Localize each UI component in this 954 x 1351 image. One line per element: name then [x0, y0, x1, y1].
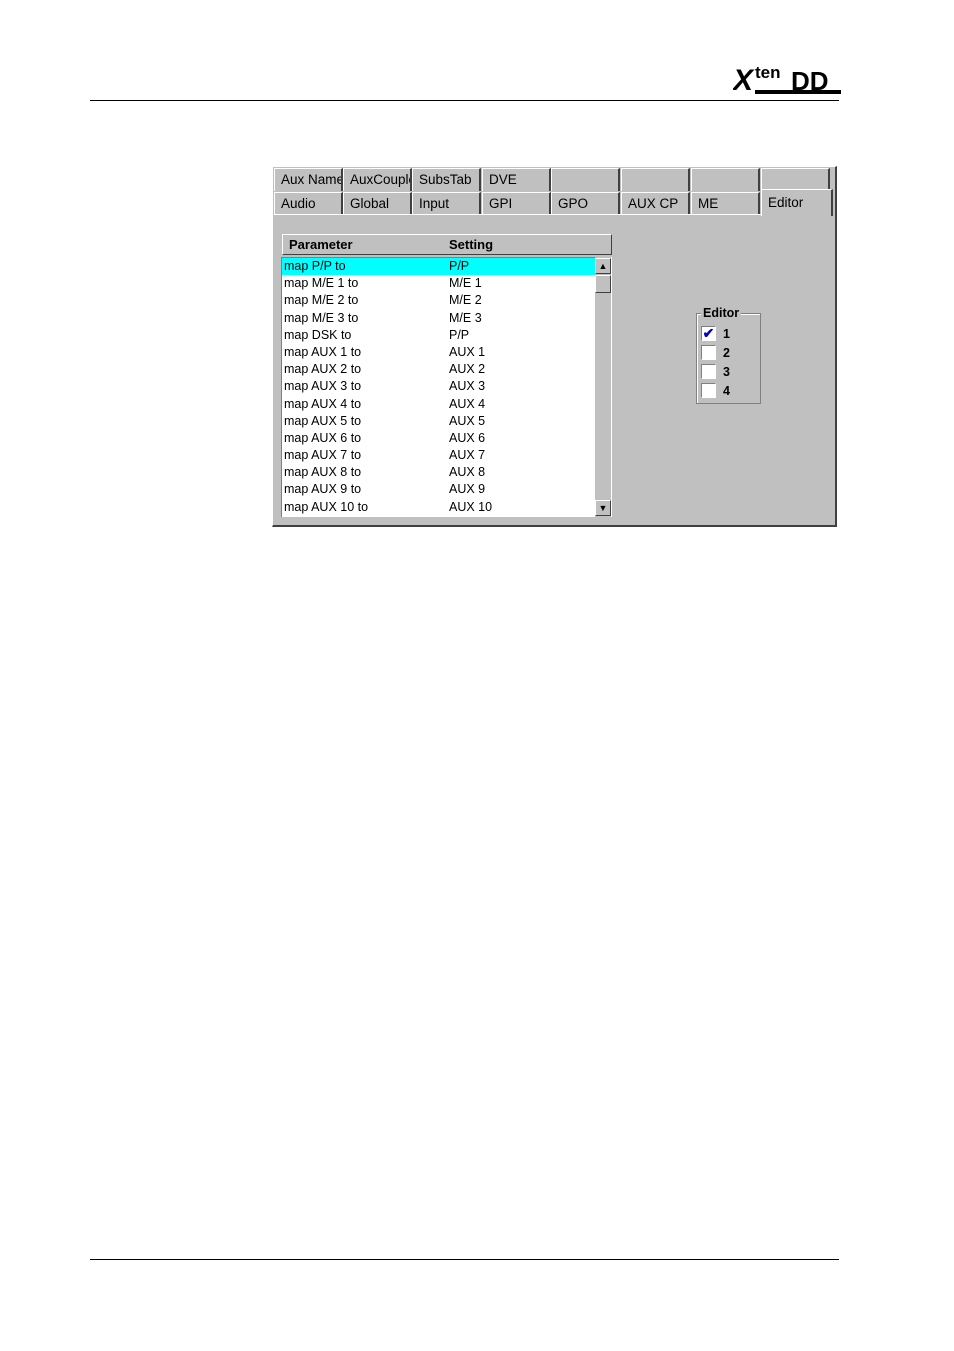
- tab-audio[interactable]: Audio: [274, 192, 343, 215]
- setting-cell: AUX 5: [449, 413, 486, 428]
- table-row[interactable]: map M/E 3 to M/E 3: [282, 310, 595, 327]
- table-row[interactable]: map P/P to P/P: [282, 258, 595, 276]
- tab-empty-5[interactable]: [551, 168, 620, 191]
- editor-checkbox-label: 4: [723, 384, 730, 398]
- parameter-cell: map AUX 7 to: [284, 448, 362, 463]
- scroll-up-button[interactable]: ▲: [595, 258, 611, 274]
- setting-cell: M/E 1: [449, 276, 482, 291]
- setting-cell: AUX 6: [449, 430, 486, 445]
- parameter-cell: map M/E 3 to: [284, 310, 359, 325]
- editor-checkbox-label: 1: [723, 327, 730, 341]
- parameter-cell: map M/E 2 to: [284, 293, 359, 308]
- editor-group-title: Editor: [701, 306, 742, 320]
- setting-cell: AUX 4: [449, 396, 486, 411]
- editor-checkbox-label: 3: [723, 365, 730, 379]
- tab-me[interactable]: ME: [691, 192, 760, 215]
- svg-text:X: X: [733, 64, 755, 97]
- setting-cell: M/E 3: [449, 310, 482, 325]
- column-header-parameter[interactable]: Parameter: [289, 235, 353, 254]
- parameter-cell: map AUX 9 to: [284, 482, 362, 497]
- setting-cell: M/E 2: [449, 293, 482, 308]
- xten-dd-logo: X ten DD: [733, 63, 841, 97]
- table-row[interactable]: map AUX 9 to AUX 9: [282, 481, 595, 498]
- tab-aux-name[interactable]: Aux Name: [274, 168, 343, 191]
- parameter-cell: map DSK to: [284, 327, 352, 342]
- table-row[interactable]: map AUX 6 to AUX 6: [282, 430, 595, 447]
- column-header-setting[interactable]: Setting: [449, 235, 493, 254]
- tab-substab[interactable]: SubsTab: [412, 168, 481, 191]
- table-row[interactable]: map M/E 2 to M/E 2: [282, 292, 595, 309]
- parameter-list[interactable]: map P/P to P/P map M/E 1 to M/E 1 map M/E 2 …: [281, 257, 595, 517]
- tab-aux-cp[interactable]: AUX CP: [621, 192, 690, 215]
- tab-empty-7[interactable]: [691, 168, 760, 191]
- editor-checkbox-4[interactable]: [701, 383, 716, 398]
- tab-editor[interactable]: Editor: [761, 189, 833, 216]
- table-row[interactable]: map AUX 8 to AUX 8: [282, 464, 595, 481]
- setting-cell: AUX 3: [449, 379, 486, 394]
- tab-baseline: [274, 214, 762, 215]
- parameter-cell: map AUX 1 to: [284, 344, 362, 359]
- setting-cell: AUX 2: [449, 362, 486, 377]
- editor-checkbox-2[interactable]: [701, 345, 716, 360]
- setting-cell: AUX 7: [449, 448, 486, 463]
- tab-dve[interactable]: DVE: [482, 168, 551, 191]
- parameter-cell: map P/P to: [284, 259, 346, 273]
- tab-gpi[interactable]: GPI: [482, 192, 551, 215]
- editor-checkbox-label: 2: [723, 346, 730, 360]
- parameter-cell: map AUX 4 to: [284, 396, 362, 411]
- parameter-cell: map AUX 5 to: [284, 413, 362, 428]
- parameter-cell: map AUX 2 to: [284, 362, 362, 377]
- parameter-cell: map AUX 3 to: [284, 379, 362, 394]
- tab-gpo[interactable]: GPO: [551, 192, 620, 215]
- table-row[interactable]: map AUX 3 to AUX 3: [282, 378, 595, 395]
- table-row[interactable]: map AUX 2 to AUX 2: [282, 361, 595, 378]
- parameter-cell: map AUX 8 to: [284, 465, 362, 480]
- setting-cell: AUX 10: [449, 499, 493, 514]
- table-row[interactable]: map DSK to P/P: [282, 327, 595, 344]
- header-rule: [90, 100, 839, 101]
- list-scrollbar[interactable]: ▲ ▼: [595, 257, 612, 517]
- tab-empty-6[interactable]: [621, 168, 690, 191]
- table-row[interactable]: map M/E 1 to M/E 1: [282, 275, 595, 292]
- tab-input[interactable]: Input: [412, 192, 481, 215]
- parameter-cell: map AUX 6 to: [284, 430, 362, 445]
- tab-auxcouple[interactable]: AuxCouple: [343, 168, 412, 191]
- setting-cell: AUX 1: [449, 344, 486, 359]
- setting-cell: AUX 9: [449, 482, 486, 497]
- setting-cell: P/P: [449, 327, 470, 342]
- tab-empty-8[interactable]: [761, 168, 830, 191]
- footer-rule: [90, 1259, 839, 1260]
- parameter-cell: map M/E 1 to: [284, 276, 359, 291]
- table-row[interactable]: map AUX 5 to AUX 5: [282, 413, 595, 430]
- editor-group-box: Editor ✔ 1 2 3 4: [696, 306, 761, 404]
- table-row[interactable]: map AUX 1 to AUX 1: [282, 344, 595, 361]
- setting-cell: AUX 8: [449, 465, 486, 480]
- tab-global[interactable]: Global: [343, 192, 412, 215]
- parameter-cell: map AUX 10 to: [284, 499, 369, 514]
- table-row[interactable]: map AUX 4 to AUX 4: [282, 396, 595, 413]
- svg-text:ten: ten: [755, 63, 781, 82]
- setting-cell: P/P: [449, 259, 470, 273]
- editor-checkbox-3[interactable]: [701, 364, 716, 379]
- editor-checkbox-1[interactable]: ✔: [701, 326, 716, 341]
- table-header: Parameter Setting: [282, 234, 612, 255]
- scroll-thumb[interactable]: [595, 275, 611, 293]
- scroll-down-button[interactable]: ▼: [595, 500, 611, 516]
- table-row[interactable]: map AUX 7 to AUX 7: [282, 447, 595, 464]
- table-row[interactable]: map AUX 10 to AUX 10: [282, 499, 595, 516]
